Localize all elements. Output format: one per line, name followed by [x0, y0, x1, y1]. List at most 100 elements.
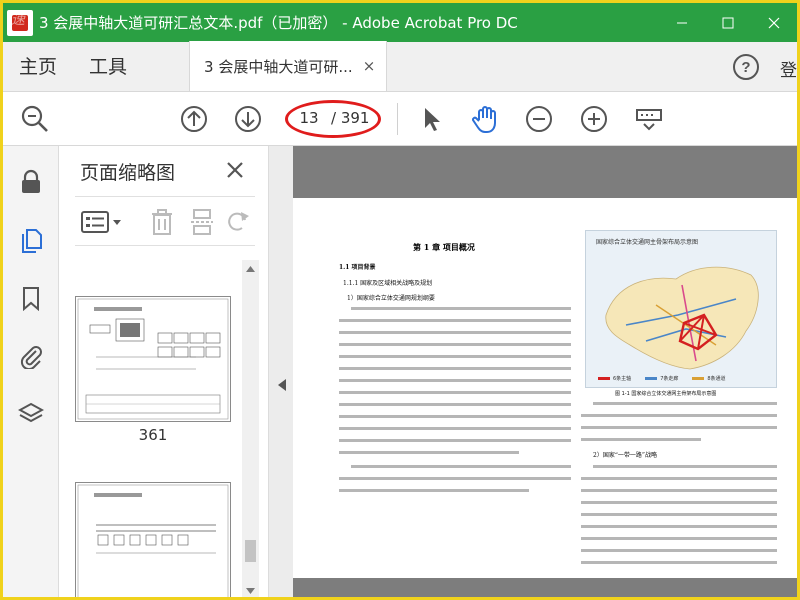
menu-tools[interactable]: 工具 — [73, 43, 143, 91]
text-line — [339, 477, 571, 480]
scrollbar-thumb[interactable] — [245, 540, 256, 562]
layers-icon — [18, 402, 44, 423]
document-tab[interactable]: 3 会展中轴大道可研... × — [189, 41, 388, 91]
arrow-down-circle-icon — [235, 106, 261, 132]
map-figure: 国家综合立体交通网主骨架布局示意图 6条主轴 7条走廊 8条通道 — [585, 230, 777, 388]
text-line — [339, 355, 571, 358]
page-navigator: 13 / 391 — [291, 102, 377, 134]
text-line — [581, 525, 777, 528]
zoom-in-button[interactable] — [578, 103, 610, 135]
minimize-button[interactable] — [659, 3, 705, 42]
text-line — [581, 501, 777, 504]
close-panel-button[interactable] — [221, 156, 249, 184]
thumbnail-drawing-image — [77, 484, 229, 597]
chapter-heading: 第 1 章 项目概况 — [413, 242, 475, 252]
text-line — [339, 451, 519, 454]
text-line — [593, 465, 777, 468]
page-thumbnails-panel: 页面缩略图 361 — [59, 146, 269, 597]
thumbnail-drawing-image — [77, 298, 229, 420]
watermark: 速 — [11, 12, 25, 28]
minimize-icon — [677, 22, 687, 23]
tab-close-button[interactable]: × — [358, 55, 380, 77]
text-line — [339, 403, 571, 406]
china-map-image — [605, 266, 759, 370]
security-button[interactable] — [15, 166, 47, 198]
text-line — [581, 513, 777, 516]
page-gap — [293, 578, 797, 597]
split-page-icon — [191, 209, 213, 235]
options-menu-button[interactable] — [79, 207, 127, 237]
section-heading: 1.1 项目背景 — [339, 264, 376, 271]
page-fit-icon — [636, 109, 662, 131]
arrow-up-circle-icon — [181, 106, 207, 132]
delete-page-button[interactable] — [147, 207, 177, 237]
hand-tool-button[interactable] — [469, 103, 501, 135]
text-line — [351, 307, 571, 310]
map-caption: 图 1-1 国家综合立体交通网主骨架布局示意图 — [615, 391, 717, 397]
previous-page-edge — [293, 146, 797, 198]
menu-tab-bar: 主页 工具 3 会展中轴大道可研... × ? 登 — [3, 41, 797, 92]
text-line — [339, 319, 571, 322]
page-display-button[interactable] — [633, 103, 665, 135]
menu-home[interactable]: 主页 — [3, 43, 73, 91]
maximize-button[interactable] — [705, 3, 751, 42]
left-tool-rail — [3, 146, 59, 597]
rotate-page-button[interactable] — [225, 207, 251, 237]
page-thumbnails-button[interactable] — [15, 224, 47, 256]
maximize-icon — [722, 17, 734, 28]
legend-item: 6条主轴 — [613, 376, 632, 382]
text-line — [339, 379, 571, 382]
thumbnails-panel-title: 页面缩略图 — [80, 162, 176, 184]
next-page-button[interactable] — [232, 103, 264, 135]
extract-page-button[interactable] — [187, 207, 217, 237]
scroll-up-icon — [246, 266, 255, 272]
zoom-search-button[interactable] — [19, 103, 51, 135]
zoom-out-button[interactable] — [523, 103, 555, 135]
text-line — [581, 438, 701, 441]
text-line — [339, 391, 571, 394]
text-line — [593, 402, 777, 405]
item-heading: 2）国家“一带一路”战略 — [593, 452, 657, 459]
text-line — [339, 489, 529, 492]
total-pages: / 391 — [331, 109, 370, 127]
bookmarks-button[interactable] — [15, 282, 47, 314]
close-icon — [768, 17, 780, 28]
thumbnails-toolbar — [75, 196, 255, 246]
item-heading: 1）国家综合立体交通网规划纲要 — [347, 295, 435, 302]
close-window-button[interactable] — [751, 3, 797, 42]
legend-item: 7条走廊 — [660, 376, 679, 382]
layers-button[interactable] — [15, 398, 47, 430]
trash-icon — [152, 209, 172, 235]
collapse-panel-icon — [278, 379, 286, 391]
close-icon — [227, 162, 243, 178]
thumbnail-label: 361 — [138, 426, 168, 444]
select-tool-button[interactable] — [415, 103, 447, 135]
document-viewport[interactable]: 第 1 章 项目概况 1.1 项目背景 1.1.1 国家及区域相关战略及规划 1… — [293, 146, 797, 597]
text-line — [339, 427, 571, 430]
thumbnail-page-361[interactable] — [75, 296, 231, 422]
window-title: 3 会展中轴大道可研汇总文本.pdf（已加密） - Adobe Acrobat … — [39, 14, 518, 32]
current-page-input[interactable]: 13 — [293, 109, 325, 127]
sign-in-link[interactable]: 登 — [780, 56, 797, 81]
text-line — [339, 415, 571, 418]
thumbnails-scrollbar[interactable] — [242, 260, 259, 597]
legend-swatch — [645, 377, 658, 380]
previous-page-button[interactable] — [178, 103, 210, 135]
hand-icon — [472, 106, 496, 133]
paperclip-icon — [20, 346, 42, 369]
magnifier-icon — [21, 105, 48, 132]
cursor-arrow-icon — [425, 108, 440, 131]
attachments-button[interactable] — [15, 340, 47, 372]
scroll-down-icon — [246, 588, 255, 594]
help-button[interactable]: ? — [731, 52, 761, 82]
thumbnail-page-362[interactable] — [75, 482, 231, 597]
text-line — [581, 489, 777, 492]
pages-icon — [22, 229, 42, 253]
svg-text:?: ? — [741, 59, 750, 76]
panel-splitter[interactable] — [269, 146, 293, 597]
legend-swatch — [598, 377, 610, 380]
subsection-heading: 1.1.1 国家及区域相关战略及规划 — [343, 280, 433, 287]
document-tab-label: 3 会展中轴大道可研... — [204, 57, 353, 76]
map-legend: 6条主轴 7条走廊 8条通道 — [598, 375, 726, 382]
text-line — [581, 426, 777, 429]
